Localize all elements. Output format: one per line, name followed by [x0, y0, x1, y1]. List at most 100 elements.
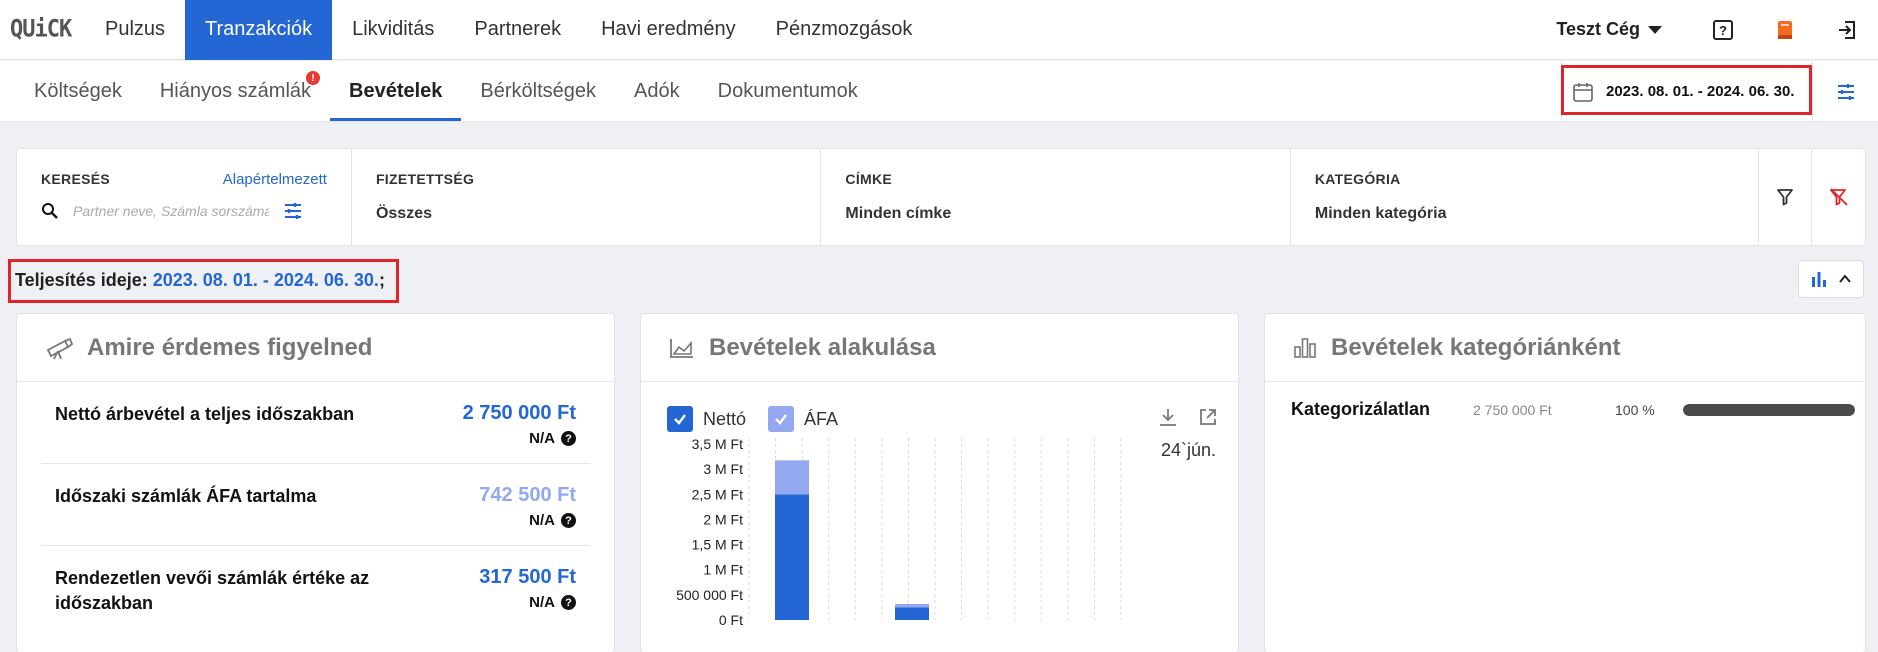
alert-badge: !	[306, 71, 321, 85]
info-icon[interactable]: ?	[561, 513, 576, 528]
kpi-sub-text: N/A	[529, 430, 555, 447]
legend-label: ÁFA	[804, 408, 839, 429]
bar--fa	[775, 460, 809, 495]
kpi-sub: N/A?	[529, 594, 576, 611]
nav-penzmozgasok[interactable]: Pénzmozgások	[756, 0, 933, 60]
category-filter[interactable]: KATEGÓRIA Minden kategória	[1291, 149, 1760, 245]
company-name: Teszt Cég	[1556, 19, 1640, 39]
kpi-row: Időszaki számlák ÁFA tartalma 742 500 Ft…	[41, 464, 590, 546]
nav-havi-eredmeny[interactable]: Havi eredmény	[581, 0, 756, 60]
tab-label: Dokumentumok	[717, 79, 858, 102]
logout-button[interactable]	[1816, 0, 1878, 60]
bar-chart-icon	[1812, 272, 1826, 287]
nav-partnerek[interactable]: Partnerek	[454, 0, 581, 60]
download-icon[interactable]	[1157, 406, 1179, 428]
kpi-sub: N/A?	[529, 430, 576, 447]
kpi-sub: N/A?	[529, 512, 576, 529]
book-icon	[1778, 20, 1792, 39]
chart-legend: Nettó ÁFA	[667, 406, 838, 432]
checkbox-checked-icon[interactable]	[667, 406, 693, 432]
category-progress-bar	[1683, 404, 1855, 416]
kpi-row: Rendezetlen vevői számlák értéke az idős…	[41, 546, 590, 628]
y-tick-label: 2 M Ft	[703, 511, 743, 527]
sliders-icon	[1837, 83, 1854, 100]
default-filter-link[interactable]: Alapértelmezett	[223, 171, 327, 188]
payment-value: Összes	[375, 205, 432, 222]
kpi-label: Nettó árbevétel a teljes időszakban	[55, 404, 355, 424]
tab-label: Bevételek	[349, 79, 443, 102]
tab-label: Hiányos számlák	[159, 79, 312, 102]
nav-tranzakciok[interactable]: Tranzakciók	[185, 0, 333, 60]
chevron-down-icon	[1648, 25, 1662, 34]
top-navigation: QUiCK Pulzus Tranzakciók Likviditás Part…	[0, 0, 1878, 60]
card-title: Bevételek kategóriánként	[1331, 333, 1621, 361]
chevron-up-icon	[1839, 274, 1851, 283]
tag-filter[interactable]: CÍMKE Minden címke	[821, 149, 1291, 245]
revenue-trend-card: Bevételek alakulása Nettó ÁFA 24`jún. 0 …	[640, 313, 1239, 652]
checkbox-checked-icon[interactable]	[768, 406, 795, 432]
tab-berkoltsegek[interactable]: Bérköltségek	[461, 61, 615, 121]
telescope-icon	[46, 337, 73, 359]
kpi-label: Rendezetlen vevői számlák értéke az idős…	[55, 568, 370, 613]
company-selector[interactable]: Teszt Cég	[1556, 19, 1662, 40]
nav-likviditas[interactable]: Likviditás	[332, 0, 454, 60]
category-name: Kategorizálatlan	[1291, 399, 1431, 419]
kpi-value: 2 750 000 Ft	[462, 402, 576, 424]
card-title: Amire érdemes figyelned	[87, 333, 373, 361]
legend-label: Nettó	[703, 408, 747, 429]
clear-filter-icon	[1829, 188, 1848, 206]
category-percent: 100 %	[1615, 402, 1655, 418]
chart-toggle-button[interactable]	[1798, 260, 1864, 298]
tab-hianyos-szamlak[interactable]: Hiányos számlák !	[141, 61, 330, 121]
y-tick-label: 2,5 M Ft	[692, 486, 743, 502]
help-button[interactable]: ?	[1692, 0, 1754, 60]
highlight-frame-date	[1561, 65, 1812, 115]
y-tick-label: 3 M Ft	[703, 461, 743, 477]
category-card: Bevételek kategóriánként Kategorizálatla…	[1264, 313, 1866, 652]
search-settings-icon[interactable]	[283, 202, 303, 220]
app-logo[interactable]: QUiCK	[0, 16, 85, 44]
tab-label: Bérköltségek	[480, 79, 597, 102]
info-icon[interactable]: ?	[561, 431, 576, 446]
insights-card: Amire érdemes figyelned Nettó árbevétel …	[16, 313, 615, 652]
help-icon: ?	[1713, 19, 1733, 40]
tab-bevetelek[interactable]: Bevételek	[330, 61, 462, 121]
payment-filter[interactable]: FIZETETTSÉG Összes	[352, 149, 822, 245]
category-label: KATEGÓRIA	[1314, 171, 1401, 187]
legend-netto[interactable]: Nettó	[667, 406, 746, 432]
nav-pulzus[interactable]: Pulzus	[85, 0, 185, 60]
filter-icon	[1777, 189, 1794, 206]
area-chart-icon	[670, 338, 693, 358]
search-filter: KERESÉS Alapértelmezett Partner neve, Sz…	[17, 149, 352, 245]
tab-dokumentumok[interactable]: Dokumentumok	[699, 61, 877, 121]
info-icon[interactable]: ?	[561, 595, 576, 610]
card-title: Bevételek alakulása	[709, 333, 936, 361]
filter-panel: KERESÉS Alapértelmezett Partner neve, Sz…	[16, 148, 1866, 246]
kpi-sub-text: N/A	[529, 512, 555, 529]
tab-koltsegek[interactable]: Költségek	[0, 61, 141, 121]
kpi-sub-text: N/A	[529, 594, 555, 611]
bar-nett-	[895, 607, 929, 620]
y-tick-label: 500 000 Ft	[676, 587, 743, 603]
tag-value: Minden címke	[845, 205, 952, 222]
bar-nett-	[775, 494, 809, 620]
kpi-value: 317 500 Ft	[479, 566, 576, 588]
category-row[interactable]: Kategorizálatlan 2 750 000 Ft 100 %	[1291, 399, 1861, 423]
tab-adok[interactable]: Adók	[615, 61, 699, 121]
date-settings-button[interactable]	[1812, 61, 1878, 122]
external-link-icon[interactable]	[1197, 406, 1219, 428]
search-icon	[42, 203, 58, 219]
y-tick-label: 1 M Ft	[703, 562, 743, 578]
clear-filter-button[interactable]	[1812, 149, 1865, 245]
tab-label: Költségek	[34, 79, 122, 102]
payment-label: FIZETETTSÉG	[375, 171, 475, 187]
svg-text:?: ?	[1719, 23, 1727, 38]
category-progress-fill	[1683, 404, 1855, 416]
docs-button[interactable]	[1754, 0, 1816, 60]
kpi-value: 742 500 Ft	[479, 484, 576, 506]
y-tick-label: 3,5 M Ft	[692, 436, 743, 452]
y-tick-label: 1,5 M Ft	[692, 537, 743, 553]
search-input[interactable]: Partner neve, Számla sorszáma...	[73, 203, 269, 219]
filter-button[interactable]	[1759, 149, 1813, 245]
legend-afa[interactable]: ÁFA	[768, 406, 838, 432]
